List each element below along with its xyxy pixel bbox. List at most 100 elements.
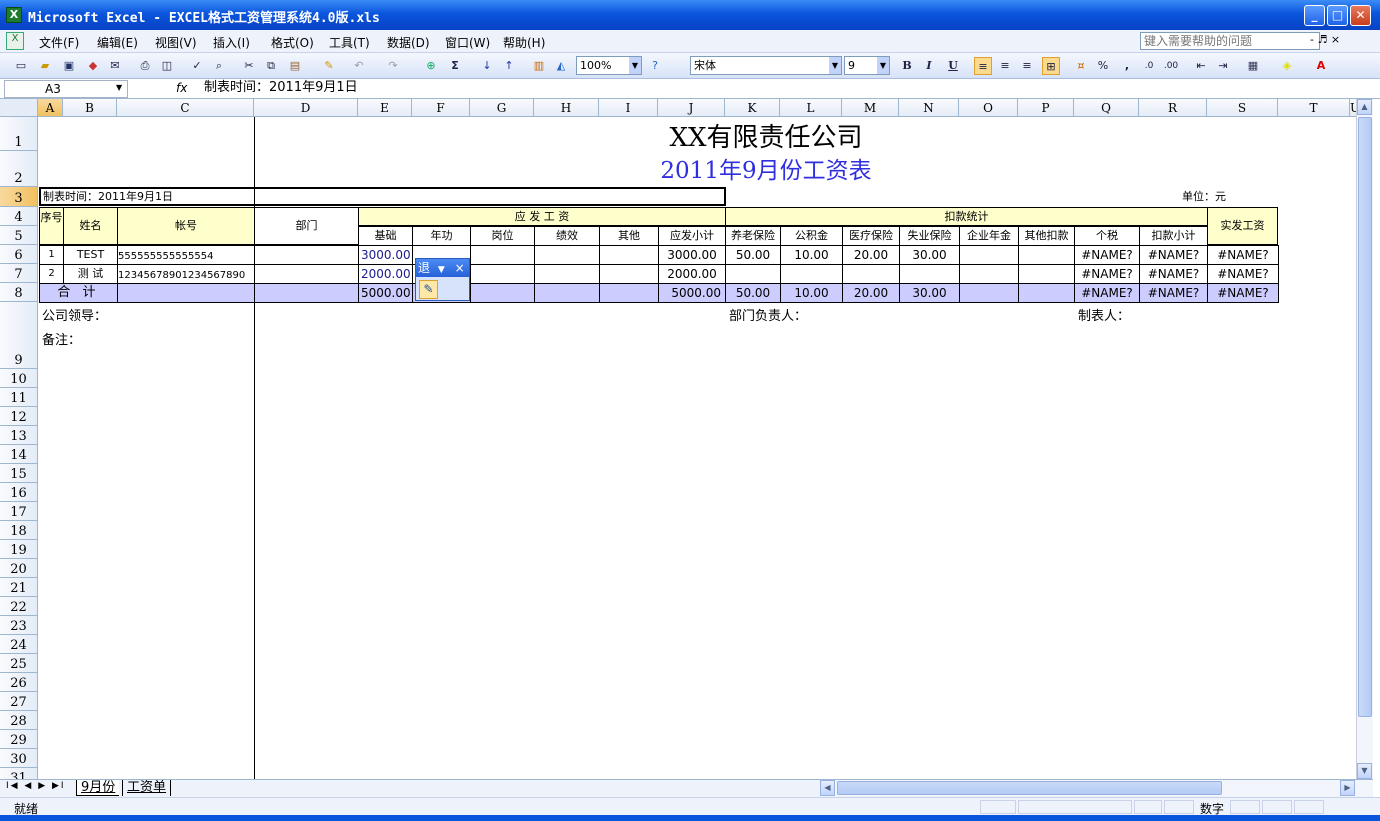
borders-icon[interactable]: ▦ [1244, 57, 1262, 75]
table-cell[interactable]: 5000.00 [658, 283, 726, 303]
column-header[interactable]: R [1139, 99, 1207, 117]
row-header[interactable]: 19 [0, 540, 38, 559]
save-icon[interactable]: ▣ [60, 57, 78, 75]
scroll-right-icon[interactable]: ▶ [1340, 780, 1355, 796]
table-cell[interactable] [599, 264, 659, 284]
table-cell[interactable] [725, 264, 781, 284]
table-cell[interactable]: #NAME? [1207, 264, 1279, 284]
align-right-icon[interactable]: ≡ [1018, 57, 1036, 75]
row-header[interactable]: 12 [0, 407, 38, 426]
chevron-down-icon[interactable]: ▼ [438, 265, 445, 275]
scroll-up-icon[interactable]: ▲ [1357, 99, 1372, 115]
table-cell[interactable] [534, 264, 600, 284]
table-cell[interactable] [959, 283, 1019, 303]
menu-view[interactable]: 视图(V) [155, 34, 197, 51]
tab-september[interactable]: 9月份 [76, 780, 120, 796]
sort-descending-icon[interactable]: ↑ [500, 57, 518, 75]
table-cell[interactable]: 3000.00 [358, 245, 413, 265]
table-cell[interactable]: 50.00 [725, 283, 781, 303]
comma-button[interactable]: , [1118, 57, 1136, 75]
table-cell[interactable] [534, 245, 600, 265]
column-header[interactable]: P [1018, 99, 1074, 117]
align-left-icon[interactable]: ≡ [974, 57, 992, 75]
hyperlink-icon[interactable]: ⊕ [422, 57, 440, 75]
table-cell[interactable]: 2 [39, 264, 64, 284]
table-cell[interactable]: 10.00 [780, 245, 843, 265]
table-cell[interactable]: 555555555555554 [117, 245, 255, 265]
row-header[interactable]: 10 [0, 369, 38, 388]
help-search-input[interactable]: 键入需要帮助的问题 [1140, 32, 1320, 50]
table-cell[interactable] [780, 264, 843, 284]
column-header[interactable]: Q [1074, 99, 1139, 117]
table-cell[interactable]: 2000.00 [658, 264, 726, 284]
column-header[interactable]: E [358, 99, 412, 117]
table-cell[interactable] [117, 283, 255, 303]
row-header[interactable]: 18 [0, 521, 38, 540]
table-cell[interactable] [470, 283, 535, 303]
row-header[interactable]: 6 [0, 245, 38, 264]
column-header[interactable]: S [1207, 99, 1278, 117]
column-header[interactable]: D [254, 99, 358, 117]
row-header[interactable]: 13 [0, 426, 38, 445]
row-header[interactable]: 3 [0, 187, 38, 207]
table-cell[interactable]: 12345678901234567890 [117, 264, 255, 284]
column-header[interactable]: O [959, 99, 1018, 117]
open-icon[interactable]: ▰ [36, 57, 54, 75]
table-cell[interactable]: TEST [63, 245, 118, 265]
column-header[interactable]: F [412, 99, 470, 117]
row-header[interactable]: 30 [0, 749, 38, 768]
menu-format[interactable]: 格式(O) [271, 34, 314, 51]
column-header[interactable]: H [534, 99, 599, 117]
row-header[interactable]: 31 [0, 768, 38, 779]
minimize-button[interactable]: _ [1304, 5, 1325, 26]
column-header[interactable]: T [1278, 99, 1350, 117]
research-icon[interactable]: ⌕ [210, 57, 228, 75]
table-cell[interactable] [1018, 283, 1075, 303]
percent-button[interactable]: % [1094, 57, 1112, 75]
column-header[interactable]: L [780, 99, 842, 117]
row-header[interactable]: 17 [0, 502, 38, 521]
floating-toolbar-title[interactable]: 退 ▼ × [416, 259, 469, 277]
font-color-icon[interactable]: A [1312, 57, 1330, 75]
table-cell[interactable] [842, 264, 900, 284]
tab-navigation[interactable]: I◀ ◀ ▶ ▶I [6, 781, 66, 791]
scroll-thumb[interactable] [837, 781, 1222, 795]
menu-data[interactable]: 数据(D) [387, 34, 430, 51]
tab-payslip[interactable]: 工资单 [122, 780, 172, 796]
help-icon[interactable]: ? [646, 57, 664, 75]
row-header[interactable]: 25 [0, 654, 38, 673]
worksheet-grid[interactable]: ABCDEFGHIJKLMNOPQRSTU 1 2 3 4 5 6 7 8 9 10 11 12 13 1… [0, 99, 1356, 779]
total-label-cell[interactable]: 合 计 [39, 283, 118, 303]
column-header[interactable]: M [842, 99, 899, 117]
chevron-down-icon[interactable]: ▼ [116, 83, 122, 92]
table-cell[interactable] [254, 264, 359, 284]
bold-button[interactable]: B [898, 57, 916, 75]
row-header[interactable]: 1 [0, 117, 38, 151]
row-header[interactable]: 22 [0, 597, 38, 616]
table-cell[interactable]: 30.00 [899, 245, 960, 265]
row-header[interactable]: 15 [0, 464, 38, 483]
table-cell[interactable]: #NAME? [1139, 283, 1208, 303]
workbook-icon[interactable]: X [6, 32, 24, 50]
table-cell[interactable]: #NAME? [1074, 283, 1140, 303]
table-cell[interactable]: #NAME? [1139, 264, 1208, 284]
copy-icon[interactable]: ⧉ [262, 57, 280, 75]
increase-decimal-icon[interactable]: .0 [1140, 57, 1158, 75]
row-header[interactable]: 4 [0, 207, 38, 226]
menu-edit[interactable]: 编辑(E) [97, 34, 138, 51]
column-header[interactable]: I [599, 99, 658, 117]
align-center-icon[interactable]: ≡ [996, 57, 1014, 75]
select-all-corner[interactable] [0, 99, 38, 117]
table-cell[interactable] [470, 264, 535, 284]
scroll-left-icon[interactable]: ◀ [820, 780, 835, 796]
row-header[interactable]: 2 [0, 151, 38, 187]
name-box[interactable]: A3 [4, 80, 128, 98]
merge-center-icon[interactable]: ⊞ [1042, 57, 1060, 75]
new-icon[interactable]: ▭ [12, 57, 30, 75]
column-header[interactable]: J [658, 99, 725, 117]
row-header[interactable]: 16 [0, 483, 38, 502]
italic-button[interactable]: I [920, 57, 938, 75]
column-header[interactable]: A [38, 99, 63, 117]
vertical-scrollbar[interactable]: ▲ ▼ [1356, 99, 1373, 779]
row-header[interactable]: 23 [0, 616, 38, 635]
